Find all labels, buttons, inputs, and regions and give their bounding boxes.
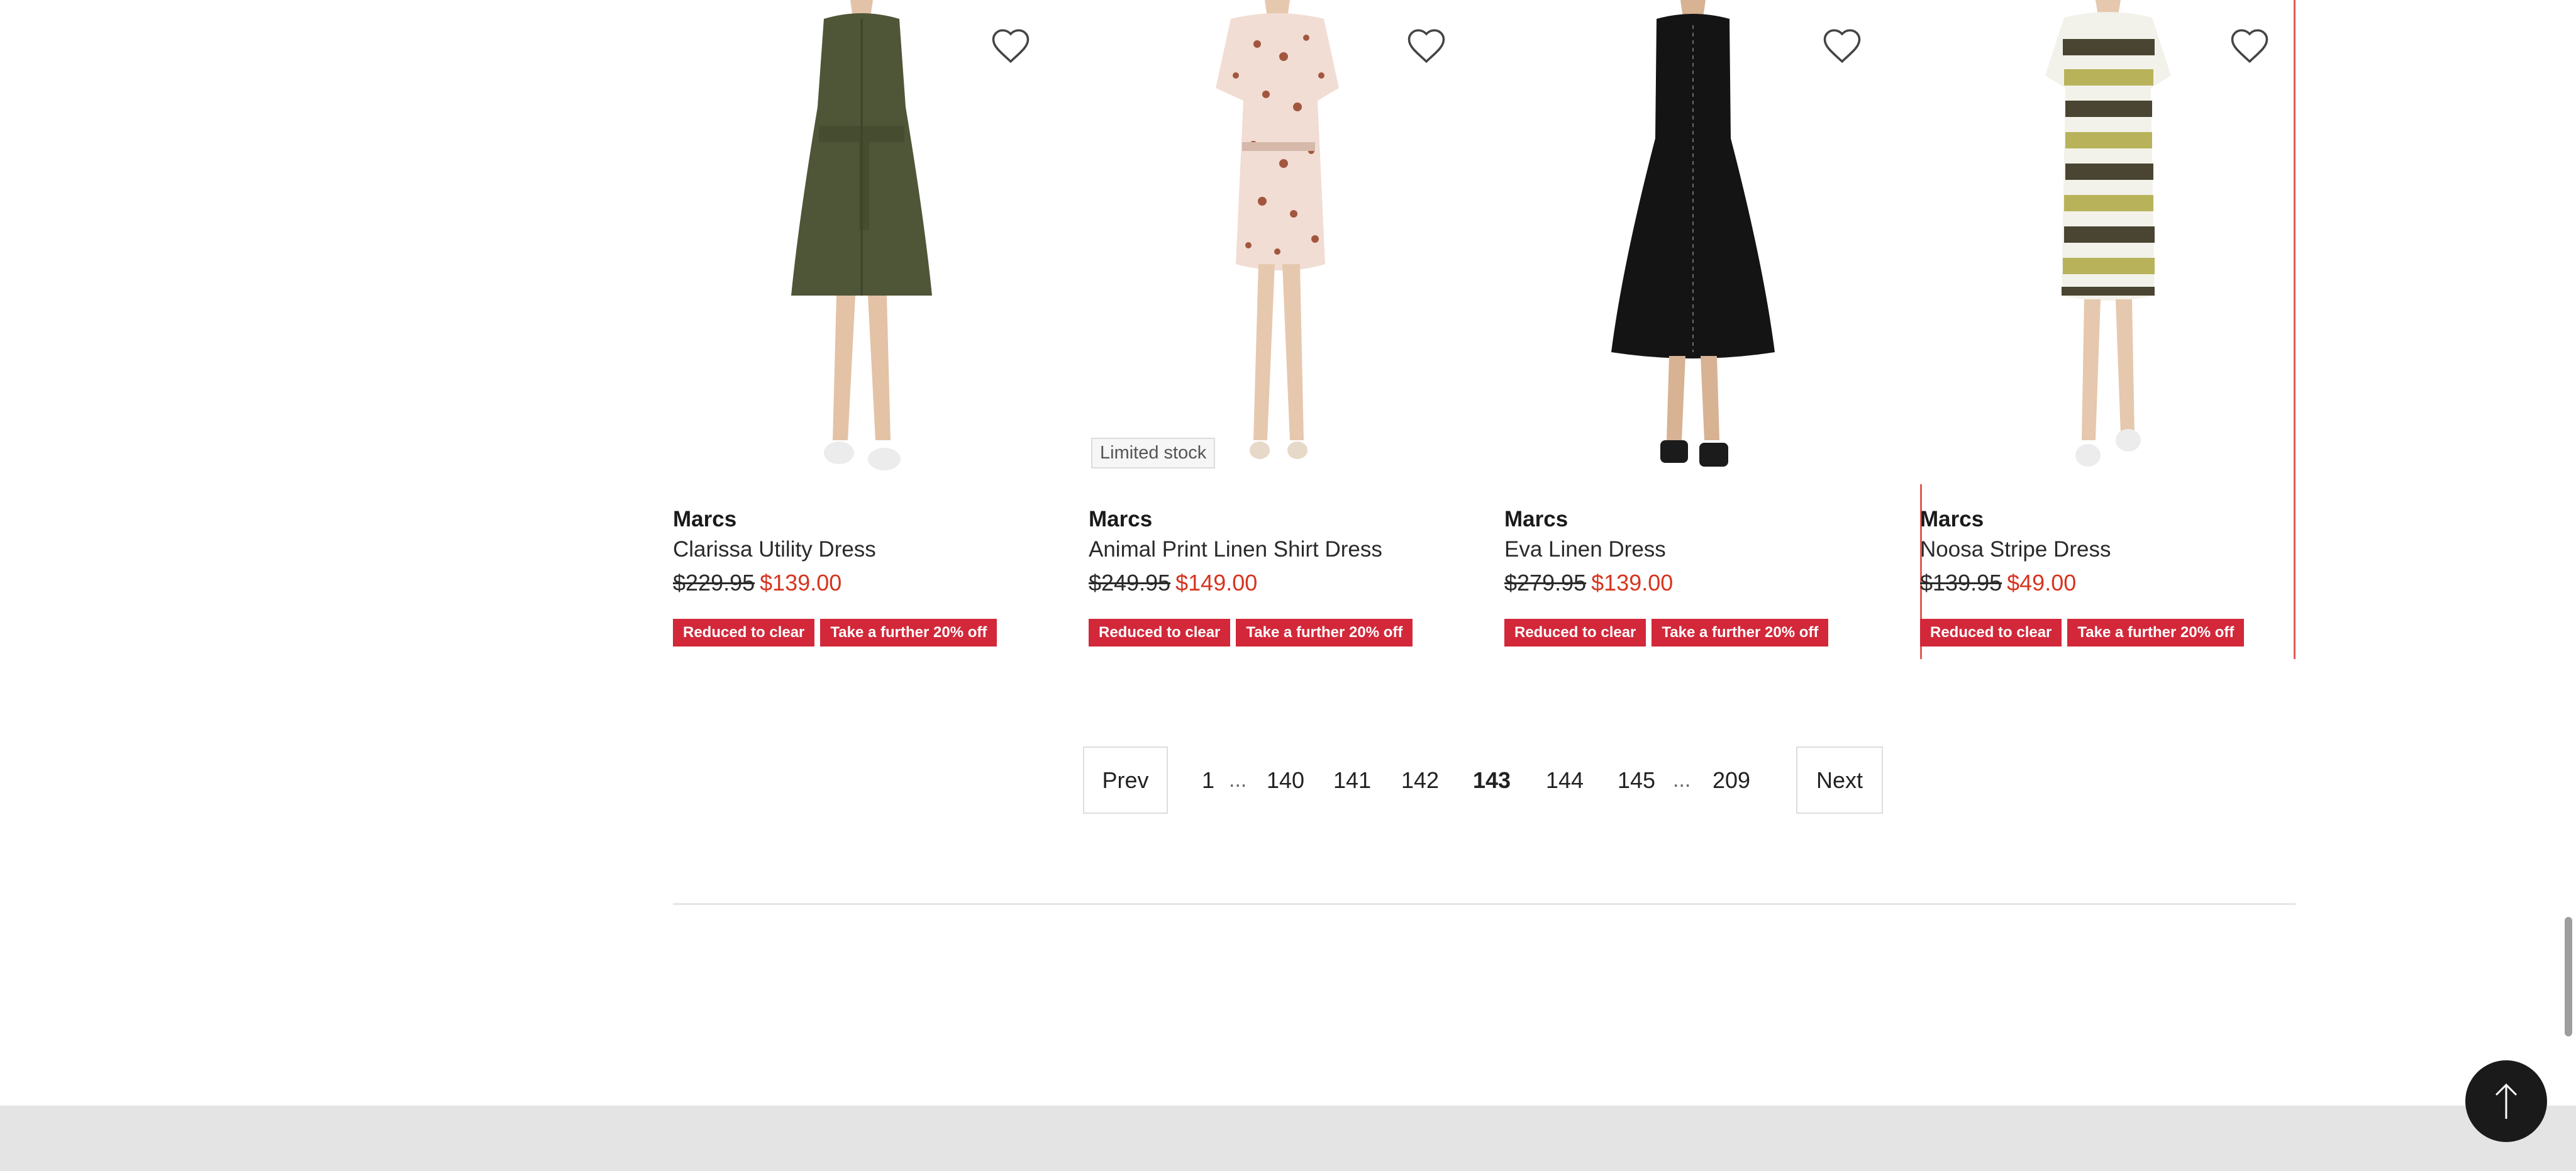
heart-outline-icon[interactable] (1821, 25, 1863, 67)
page-link-140[interactable]: 140 (1263, 746, 1308, 814)
sale-price: $139.00 (760, 570, 842, 596)
sale-price: $149.00 (1175, 570, 1258, 596)
page-link-141[interactable]: 141 (1330, 746, 1375, 814)
product-grid: Marcs Clarissa Utility Dress $229.95 $139… (673, 0, 2296, 659)
was-price: $139.95 (1920, 570, 2002, 596)
next-page-button[interactable]: Next (1796, 746, 1883, 814)
product-price: $249.95 $149.00 (1089, 570, 1257, 596)
dress-figure-olive (791, 0, 932, 470)
product-brand[interactable]: Marcs (1089, 507, 1152, 532)
reduced-to-clear-badge: Reduced to clear (673, 619, 815, 647)
promo-badges: Reduced to clear Take a further 20% off (1089, 619, 1413, 647)
page-link-145[interactable]: 145 (1614, 746, 1659, 814)
sale-price: $139.00 (1591, 570, 1674, 596)
product-card[interactable]: Marcs Eva Linen Dress $279.95 $139.00 Red… (1504, 0, 1882, 659)
was-price: $249.95 (1089, 570, 1171, 596)
heart-outline-icon[interactable] (2229, 25, 2270, 67)
product-name[interactable]: Clarissa Utility Dress (673, 537, 876, 562)
back-to-top-button[interactable] (2465, 1060, 2547, 1142)
product-image[interactable] (1089, 0, 1466, 484)
product-brand[interactable]: Marcs (1504, 507, 1568, 532)
product-image[interactable] (673, 0, 1050, 484)
pagination-ellipsis: ... (1673, 768, 1691, 792)
reduced-to-clear-badge: Reduced to clear (1920, 619, 2062, 647)
limited-stock-tag: Limited stock (1091, 438, 1216, 469)
further-discount-badge: Take a further 20% off (2067, 619, 2245, 647)
product-card[interactable]: Marcs Clarissa Utility Dress $229.95 $139… (673, 0, 1050, 659)
heart-outline-icon[interactable] (1406, 25, 1447, 67)
product-card[interactable]: Marcs Noosa Stripe Dress $139.95 $49.00 R… (1920, 0, 2296, 659)
section-divider (673, 903, 2296, 905)
reduced-to-clear-badge: Reduced to clear (1089, 619, 1231, 647)
was-price: $229.95 (673, 570, 755, 596)
product-name[interactable]: Eva Linen Dress (1504, 537, 1666, 562)
product-price: $139.95 $49.00 (1920, 570, 2076, 596)
page-link-144[interactable]: 144 (1542, 746, 1587, 814)
promo-badges: Reduced to clear Take a further 20% off (1920, 619, 2245, 647)
product-image[interactable] (1504, 0, 1882, 484)
sale-price: $49.00 (2007, 570, 2077, 596)
dress-figure-stripe (2045, 0, 2171, 467)
scrollbar-thumb[interactable] (2565, 917, 2572, 1036)
heart-outline-icon[interactable] (990, 25, 1031, 67)
further-discount-badge: Take a further 20% off (820, 619, 997, 647)
page-link-1[interactable]: 1 (1195, 746, 1221, 814)
was-price: $279.95 (1504, 570, 1587, 596)
product-price: $229.95 $139.00 (673, 570, 841, 596)
prev-page-button[interactable]: Prev (1083, 746, 1168, 814)
reduced-to-clear-badge: Reduced to clear (1504, 619, 1646, 647)
product-price: $279.95 $139.00 (1504, 570, 1673, 596)
footer-band (0, 1106, 2576, 1171)
further-discount-badge: Take a further 20% off (1236, 619, 1413, 647)
further-discount-badge: Take a further 20% off (1652, 619, 1829, 647)
dress-figure-animal-print (1216, 0, 1339, 459)
product-brand[interactable]: Marcs (673, 507, 736, 532)
promo-badges: Reduced to clear Take a further 20% off (1504, 619, 1829, 647)
dress-figure-black (1611, 0, 1775, 467)
product-image[interactable] (1920, 0, 2296, 484)
product-brand[interactable]: Marcs (1920, 507, 1984, 532)
promo-badges: Reduced to clear Take a further 20% off (673, 619, 997, 647)
pagination-ellipsis: ... (1229, 768, 1247, 792)
product-name[interactable]: Animal Print Linen Shirt Dress (1089, 537, 1382, 562)
arrow-up-icon (2495, 1083, 2518, 1119)
product-card[interactable]: Limited stock Marcs Animal Print Linen S… (1089, 0, 1466, 659)
page-link-209[interactable]: 209 (1707, 746, 1756, 814)
page-link-142[interactable]: 142 (1397, 746, 1443, 814)
product-name[interactable]: Noosa Stripe Dress (1920, 537, 2111, 562)
page-link-current[interactable]: 143 (1469, 746, 1514, 814)
